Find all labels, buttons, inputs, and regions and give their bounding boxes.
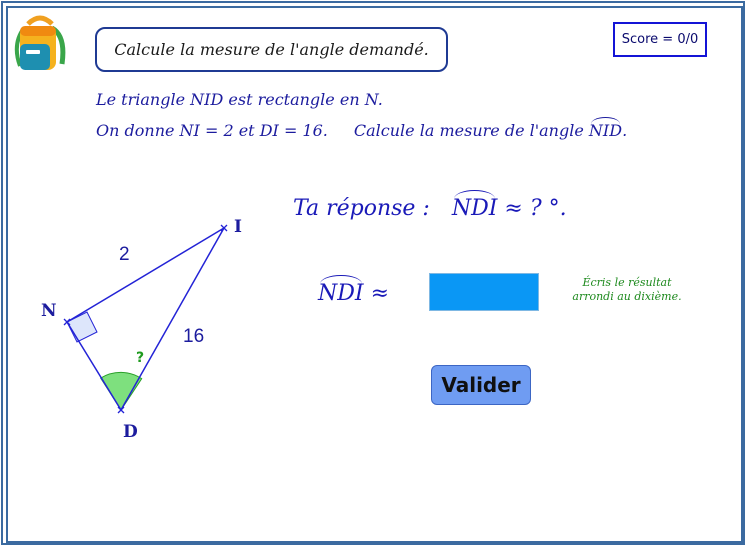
statement-text: et: [233, 121, 260, 140]
answer-input[interactable]: [429, 273, 539, 311]
statement-line-2: On donne NI = 2 et DI = 16. Calcule la me…: [96, 117, 628, 140]
approx-symbol: ≈: [370, 281, 390, 306]
right-angle-vertex: N: [364, 90, 378, 109]
statement-text: On donne: [96, 121, 180, 140]
triangle-name: NID: [190, 90, 224, 109]
hint-line-1: Écris le résultat: [582, 276, 672, 289]
answer-prompt: Ta réponse : NDI ≈ ? °.: [293, 190, 567, 221]
given-ni: NI = 2: [179, 121, 234, 140]
inner-frame: [6, 6, 743, 543]
statement-line-1: Le triangle NID est rectangle en N.: [96, 90, 383, 109]
statement-text: .: [322, 121, 328, 140]
title-text: Calcule la mesure de l'angle demandé.: [114, 40, 429, 59]
prompt-angle: NDI: [451, 190, 498, 221]
answer-label: NDI ≈: [318, 275, 390, 306]
given-di: DI = 16: [259, 121, 323, 140]
score-box: Score = 0/0: [613, 22, 707, 57]
backpack-icon: [14, 15, 66, 70]
statement-text: .: [622, 121, 628, 140]
statement-text: Calcule la mesure de l'angle: [353, 121, 589, 140]
submit-button[interactable]: Valider: [431, 365, 531, 405]
exercise-title: Calcule la mesure de l'angle demandé.: [95, 27, 448, 72]
prompt-text: Ta réponse :: [293, 196, 430, 221]
prompt-suffix: ≈ ? °.: [504, 196, 567, 221]
statement-text: est rectangle en: [223, 90, 365, 109]
task-angle: NID: [588, 117, 623, 140]
statement-text: .: [377, 90, 383, 109]
score-text: Score = 0/0: [621, 32, 699, 47]
answer-angle: NDI: [318, 275, 364, 306]
hint-line-2: arrondi au dixième.: [572, 290, 682, 303]
statement-text: Le triangle: [96, 90, 191, 109]
rounding-hint: Écris le résultat arrondi au dixième.: [557, 276, 697, 304]
